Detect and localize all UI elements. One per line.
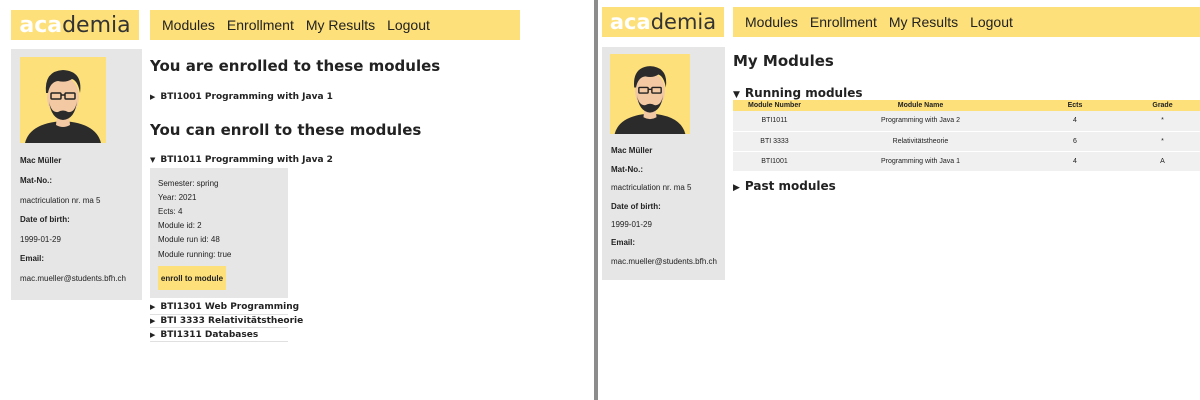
module-label: BTI1311 Databases bbox=[160, 330, 259, 340]
my-modules-window: aca demia Modules Enrollment My Results L… bbox=[598, 0, 1200, 400]
detail-module-id: Module id: 2 bbox=[158, 221, 202, 230]
matno-value: mactriculation nr. ma 5 bbox=[20, 196, 101, 205]
matno-label: Mat-No.: bbox=[611, 165, 643, 174]
cell-grade: * bbox=[1125, 131, 1200, 152]
collapsed-triangle-icon: ▶ bbox=[150, 303, 156, 311]
nav-modules[interactable]: Modules bbox=[745, 14, 798, 30]
main-nav: Modules Enrollment My Results Logout bbox=[733, 7, 1200, 37]
collapsed-triangle-icon: ▶ bbox=[733, 183, 740, 193]
nav-enrollment[interactable]: Enrollment bbox=[810, 14, 877, 30]
nav-modules[interactable]: Modules bbox=[162, 17, 215, 33]
collapsed-triangle-icon: ▶ bbox=[150, 331, 156, 339]
cell-module-number: BTI 3333 bbox=[733, 131, 816, 152]
profile-name: Mac Müller bbox=[611, 146, 653, 155]
academia-logo[interactable]: aca demia bbox=[602, 7, 724, 37]
dob-value: 1999-01-29 bbox=[20, 235, 61, 244]
expanded-module-item[interactable]: ▼ BTI1011 Programming with Java 2 bbox=[150, 155, 333, 165]
module-details-panel: Semester: spring Year: 2021 Ects: 4 Modu… bbox=[150, 168, 288, 298]
avatar bbox=[610, 54, 690, 134]
available-module-item[interactable]: ▶ BTI1301 Web Programming bbox=[150, 302, 299, 312]
detail-semester: Semester: spring bbox=[158, 179, 219, 188]
cell-ects: 6 bbox=[1025, 131, 1125, 152]
cell-module-number: BTI1011 bbox=[733, 111, 816, 132]
detail-module-run-id: Module run id: 48 bbox=[158, 235, 220, 244]
email-value: mac.mueller@students.bfh.ch bbox=[20, 274, 126, 283]
detail-module-running: Module running: true bbox=[158, 250, 232, 259]
available-module-item[interactable]: ▶ BTI1311 Databases bbox=[150, 330, 258, 340]
module-label: BTI1301 Web Programming bbox=[160, 302, 300, 312]
col-grade: Grade bbox=[1125, 100, 1200, 111]
dob-label: Date of birth: bbox=[20, 215, 70, 224]
running-modules-toggle[interactable]: ▼ Running modules bbox=[733, 86, 863, 100]
detail-year: Year: 2021 bbox=[158, 193, 197, 202]
nav-logout[interactable]: Logout bbox=[970, 14, 1013, 30]
profile-name: Mac Müller bbox=[20, 156, 62, 165]
nav-logout[interactable]: Logout bbox=[387, 17, 430, 33]
logo-aca-text: aca bbox=[609, 10, 651, 34]
running-modules-table: Module Number Module Name Ects Grade BTI… bbox=[733, 100, 1200, 172]
matno-value: mactriculation nr. ma 5 bbox=[611, 183, 692, 192]
email-label: Email: bbox=[20, 254, 45, 263]
cell-grade: A bbox=[1125, 151, 1200, 172]
table-row[interactable]: BTI 3333 Relativitätstheorie 6 * bbox=[733, 131, 1200, 152]
avatar bbox=[20, 57, 106, 143]
academia-logo[interactable]: aca demia bbox=[11, 10, 139, 40]
nav-my-results[interactable]: My Results bbox=[889, 14, 958, 30]
enroll-button[interactable]: enroll to module bbox=[158, 266, 226, 290]
available-heading: You can enroll to these modules bbox=[150, 121, 422, 139]
cell-ects: 4 bbox=[1025, 111, 1125, 132]
dob-label: Date of birth: bbox=[611, 202, 661, 211]
table-header-row: Module Number Module Name Ects Grade bbox=[733, 100, 1200, 111]
email-value: mac.mueller@students.bfh.ch bbox=[611, 257, 717, 266]
col-ects: Ects bbox=[1025, 100, 1125, 111]
logo-aca-text: aca bbox=[19, 12, 63, 38]
profile-sidebar: Mac Müller Mat-No.: mactriculation nr. m… bbox=[602, 47, 725, 280]
nav-enrollment[interactable]: Enrollment bbox=[227, 17, 294, 33]
divider bbox=[150, 327, 288, 328]
available-module-item[interactable]: ▶ BTI 3333 Relativitätstheorie bbox=[150, 316, 303, 326]
divider bbox=[150, 314, 288, 315]
email-label: Email: bbox=[611, 238, 636, 247]
logo-demia-text: demia bbox=[650, 10, 717, 34]
past-modules-label: Past modules bbox=[744, 179, 836, 193]
past-modules-toggle[interactable]: ▶ Past modules bbox=[733, 179, 836, 193]
cell-ects: 4 bbox=[1025, 151, 1125, 172]
enrollment-window: aca demia Modules Enrollment My Results L… bbox=[0, 0, 594, 400]
module-label: BTI 3333 Relativitätstheorie bbox=[160, 316, 304, 326]
expanded-triangle-icon: ▼ bbox=[733, 90, 740, 100]
collapsed-triangle-icon: ▶ bbox=[150, 93, 156, 101]
collapsed-triangle-icon: ▶ bbox=[150, 317, 156, 325]
cell-module-name: Programming with Java 1 bbox=[816, 151, 1025, 172]
avatar-illustration-icon bbox=[614, 66, 686, 134]
cell-grade: * bbox=[1125, 111, 1200, 132]
expanded-triangle-icon: ▼ bbox=[150, 156, 156, 164]
profile-sidebar: Mac Müller Mat-No.: mactriculation nr. m… bbox=[11, 49, 142, 300]
divider bbox=[150, 341, 288, 342]
dob-value: 1999-01-29 bbox=[611, 220, 652, 229]
col-module-name: Module Name bbox=[816, 100, 1025, 111]
col-module-number: Module Number bbox=[733, 100, 816, 111]
table-row[interactable]: BTI1011 Programming with Java 2 4 * bbox=[733, 111, 1200, 132]
cell-module-number: BTI1001 bbox=[733, 151, 816, 172]
table-row[interactable]: BTI1001 Programming with Java 1 4 A bbox=[733, 151, 1200, 172]
nav-my-results[interactable]: My Results bbox=[306, 17, 375, 33]
detail-ects: Ects: 4 bbox=[158, 207, 183, 216]
cell-module-name: Relativitätstheorie bbox=[816, 131, 1025, 152]
page-title: My Modules bbox=[733, 52, 834, 70]
avatar-illustration-icon bbox=[25, 70, 101, 143]
enrolled-heading: You are enrolled to these modules bbox=[150, 57, 441, 75]
cell-module-name: Programming with Java 2 bbox=[816, 111, 1025, 132]
module-label: BTI1011 Programming with Java 2 bbox=[160, 155, 333, 165]
main-nav: Modules Enrollment My Results Logout bbox=[150, 10, 520, 40]
matno-label: Mat-No.: bbox=[20, 176, 52, 185]
logo-demia-text: demia bbox=[62, 12, 131, 38]
module-label: BTI1001 Programming with Java 1 bbox=[160, 92, 333, 102]
running-modules-label: Running modules bbox=[744, 86, 863, 100]
enrolled-module-item[interactable]: ▶ BTI1001 Programming with Java 1 bbox=[150, 92, 333, 102]
